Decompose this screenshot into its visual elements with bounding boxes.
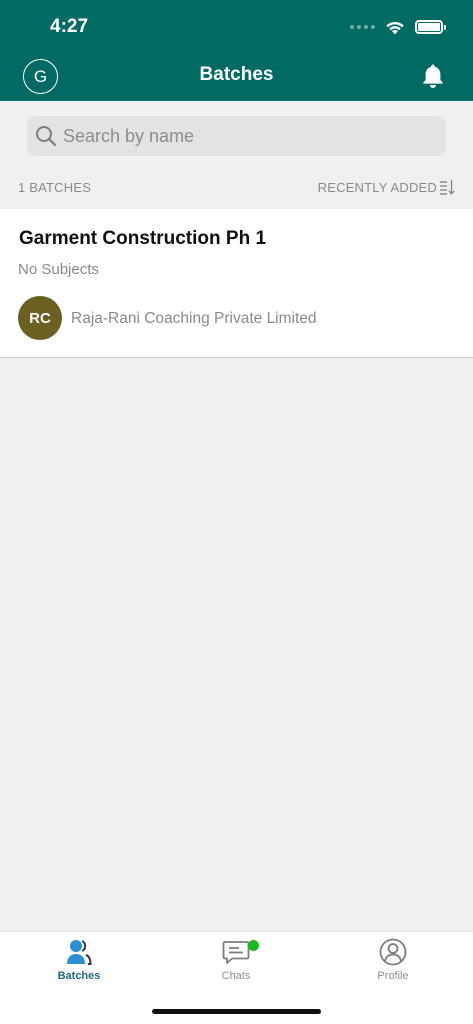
sort-icon [440, 180, 455, 195]
tab-profile-label: Profile [377, 970, 409, 982]
chat-icon [222, 941, 250, 964]
list-meta-row: 1 BATCHES RECENTLY ADDED [18, 179, 455, 195]
batch-title: Garment Construction Ph 1 [19, 228, 267, 249]
batches-icon [67, 940, 92, 965]
status-time: 4:27 [50, 16, 89, 37]
profile-icon [379, 938, 407, 966]
tab-profile[interactable]: Profile [343, 938, 443, 990]
notification-bell-icon[interactable] [421, 63, 445, 89]
home-indicator[interactable] [152, 1009, 321, 1014]
tab-batches[interactable]: Batches [29, 938, 129, 990]
org-avatar: RC [18, 296, 62, 340]
wifi-icon [386, 21, 404, 34]
batch-card[interactable]: Garment Construction Ph 1 No Subjects RC… [0, 209, 473, 358]
battery-icon [415, 20, 446, 34]
sort-button[interactable]: RECENTLY ADDED [318, 179, 455, 195]
batch-count-label: 1 BATCHES [18, 179, 92, 195]
search-bar[interactable] [27, 116, 446, 156]
sort-label: RECENTLY ADDED [317, 179, 437, 195]
chat-unread-badge [248, 940, 259, 951]
tab-chats[interactable]: Chats [186, 938, 286, 990]
cellular-signal-icon [350, 25, 375, 29]
status-icons [350, 16, 446, 38]
org-name: Raja-Rani Coaching Private Limited [71, 310, 317, 327]
search-input[interactable] [63, 125, 423, 147]
tab-chats-label: Chats [221, 970, 251, 982]
tab-batches-label: Batches [57, 970, 101, 982]
search-icon [36, 126, 57, 147]
batch-subjects: No Subjects [18, 261, 99, 278]
app-header: 4:27 G Batches [0, 0, 473, 101]
page-title: Batches [199, 64, 274, 85]
